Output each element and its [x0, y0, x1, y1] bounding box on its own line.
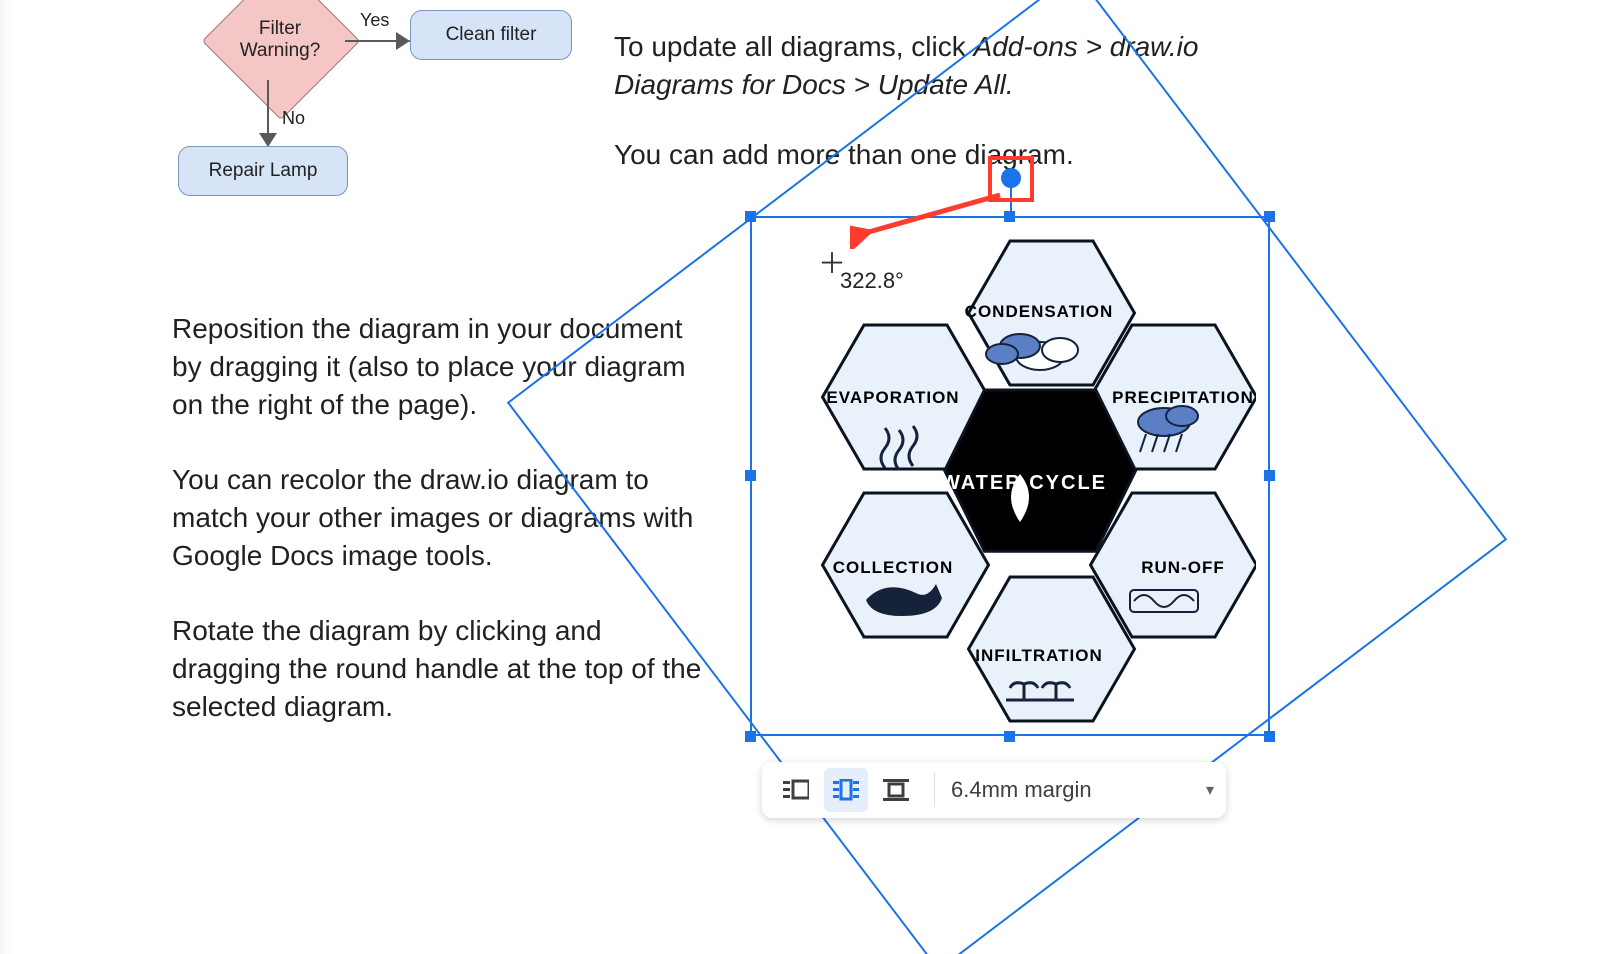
margin-value[interactable]: 6.4mm margin: [951, 777, 1200, 803]
wrap-text-button[interactable]: [824, 768, 868, 812]
resize-handle-ml[interactable]: [745, 470, 756, 481]
caret-down-icon[interactable]: ▾: [1206, 780, 1214, 800]
toolbar-separator: [934, 773, 935, 807]
water-cycle-diagram: CONDENSATION EVAPORATION PRECIPITATION W…: [764, 222, 1256, 732]
hex-label-condensation: CONDENSATION: [954, 302, 1124, 322]
decision-label: Filter Warning?: [200, 0, 360, 120]
wrap-break-button[interactable]: [874, 768, 918, 812]
hex-label-center: WATER CYCLE: [934, 472, 1114, 495]
resize-handle-tl[interactable]: [745, 211, 756, 222]
edge-label-yes: Yes: [360, 10, 389, 31]
page-left-edge: [0, 0, 12, 954]
hex-label-infiltration: INFILTRATION: [954, 646, 1124, 666]
edge-label-no: No: [282, 108, 305, 129]
image-options-toolbar: 6.4mm margin ▾: [762, 762, 1226, 818]
resize-handle-tr[interactable]: [1264, 211, 1275, 222]
flowchart-process-clean: Clean filter: [410, 10, 572, 60]
flowchart-decision: Filter Warning?: [200, 0, 360, 120]
resize-handle-br[interactable]: [1264, 731, 1275, 742]
wrap-inline-button[interactable]: [774, 768, 818, 812]
selected-image[interactable]: ＋ 322.8°: [750, 204, 1270, 740]
text-segment: To update all diagrams, click: [614, 31, 974, 62]
hex-label-runoff: RUN-OFF: [1098, 558, 1268, 578]
flowchart-process-repair: Repair Lamp: [178, 146, 348, 196]
resize-handle-bm[interactable]: [1004, 731, 1015, 742]
resize-handle-mr[interactable]: [1264, 470, 1275, 481]
hex-label-evaporation: EVAPORATION: [808, 388, 978, 408]
hex-label-collection: COLLECTION: [808, 558, 978, 578]
arrowhead-right-icon: [398, 33, 410, 49]
hex-label-precipitation: PRECIPITATION: [1098, 388, 1268, 408]
resize-handle-bl[interactable]: [745, 731, 756, 742]
